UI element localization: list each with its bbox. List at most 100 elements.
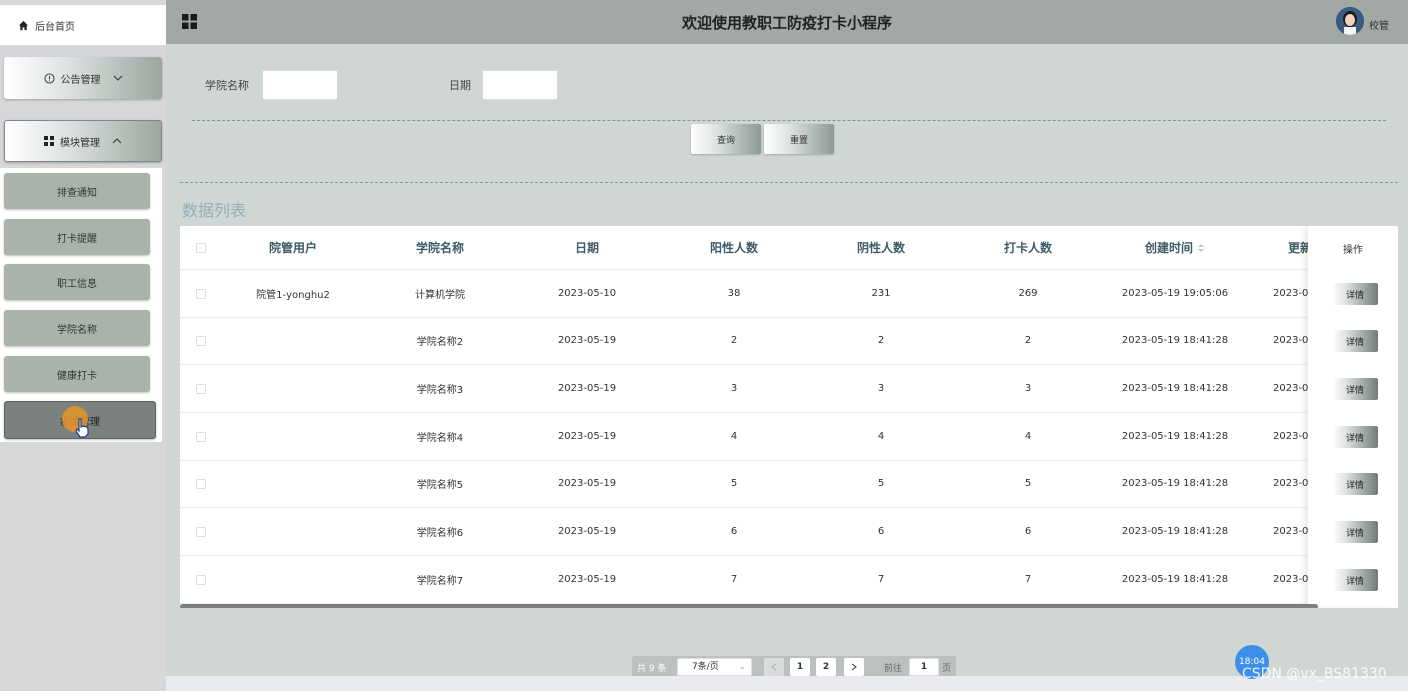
cell-negative: 5 [877,478,885,489]
row-checkbox-cell [194,270,208,317]
cell-checkin: 3 [1024,383,1032,394]
bottom-bar [166,676,1408,691]
sidebar-item-health-checkin[interactable]: 健康打卡 [4,356,150,392]
header-checkbox-cell [194,226,208,269]
horizontal-scrollbar[interactable] [180,604,1318,608]
college-search-input[interactable] [262,70,338,100]
col-college: 学院名称 [415,241,464,255]
cell-user [220,413,366,460]
row-checkbox[interactable] [196,383,206,394]
data-table: 院管用户 学院名称 日期 阳性人数 阴性人数 打卡人数 创建时间 更新 院管1-… [180,226,1398,608]
app-title: 欢迎使用教职工防疫打卡小程序 [681,14,892,32]
chevron-up-icon [112,138,122,144]
detail-button[interactable]: 详情 [1332,378,1378,400]
goto-page-input[interactable]: 1 [909,658,939,676]
avatar[interactable] [1336,7,1364,35]
cell-checkin: 7 [1024,574,1032,585]
next-page-button[interactable] [844,658,864,676]
detail-button[interactable]: 详情 [1332,330,1378,352]
pagination: 共 9 条 7条/页 ⌄ 1 2 前往 1 页 [632,656,956,678]
query-button[interactable]: 查询 [691,124,761,154]
page-1-button[interactable]: 1 [790,658,810,676]
detail-button[interactable]: 详情 [1332,426,1378,448]
row-checkbox[interactable] [196,431,206,442]
chevron-down-icon: ⌄ [738,662,746,672]
detail-button[interactable]: 详情 [1332,521,1378,543]
sidebar-item-staff-info[interactable]: 职工信息 [4,264,150,300]
chevron-left-icon [771,663,777,671]
page-size-select[interactable]: 7条/页 ⌄ [677,658,752,676]
date-search-label: 日期 [449,79,471,92]
college-search-label: 学院名称 [205,79,249,92]
cell-checkin: 5 [1024,478,1032,489]
cell-created: 2023-05-19 18:41:28 [1121,478,1229,489]
cell-user [220,508,366,555]
row-checkbox-cell [194,365,208,412]
cell-college: 学院名称6 [416,528,464,539]
select-all-checkbox[interactable] [196,242,206,253]
col-positive: 阳性人数 [709,241,758,255]
date-search-input[interactable] [482,70,558,100]
col-created[interactable]: 创建时间 [1102,226,1248,269]
cell-date: 2023-05-19 [557,383,617,394]
sidebar-group-module[interactable]: 模块管理 [4,120,162,162]
cell-date: 2023-05-10 [557,288,617,299]
user-name[interactable]: 校管 [1369,17,1389,32]
cell-checkin: 4 [1024,431,1032,442]
sidebar-group-label: 模块管理 [60,137,100,149]
reset-button[interactable]: 重置 [764,124,834,154]
table-row: 学院名称2 2023-05-19 2 2 2 2023-05-19 18:41:28 202… [180,317,1398,365]
chevron-down-icon [113,75,122,81]
cell-college: 计算机学院 [415,290,465,301]
cell-college: 学院名称3 [416,385,464,396]
hand-cursor-icon [75,418,89,438]
cell-date: 2023-05-19 [557,574,617,585]
sort-icon[interactable] [1197,243,1205,253]
row-checkbox[interactable] [196,478,206,489]
sidebar-item-checkin-reminder[interactable]: 打卡提醒 [4,219,150,255]
sidebar-group-announcement[interactable]: 公告管理 [4,57,162,99]
row-checkbox[interactable] [196,335,206,346]
cell-created: 2023-05-19 18:41:28 [1121,335,1229,346]
cell-user: 院管1-yonghu2 [256,290,330,301]
col-user: 院管用户 [268,241,317,255]
sidebar-item-college-name[interactable]: 学院名称 [4,310,150,346]
table-row: 学院名称5 2023-05-19 5 5 5 2023-05-19 18:41:28 202… [180,460,1398,508]
cell-user [220,317,366,364]
page-2-button[interactable]: 2 [816,658,836,676]
cell-positive: 6 [730,526,738,537]
table-row: 学院名称6 2023-05-19 6 6 6 2023-05-19 18:41:28 202… [180,508,1398,556]
cell-negative: 4 [877,431,885,442]
sidebar-item-investigation-notice[interactable]: 排查通知 [4,173,150,209]
table-row: 院管1-yonghu2 计算机学院 2023-05-10 38 231 269 2023-0… [180,270,1398,318]
cell-positive: 2 [730,335,738,346]
row-checkbox[interactable] [196,574,206,585]
sidebar-home[interactable]: 后台首页 [0,5,166,45]
detail-button[interactable]: 详情 [1332,283,1378,305]
avatar-portrait-icon [1336,7,1364,35]
cell-created: 2023-05-19 18:41:28 [1121,431,1229,442]
cell-positive: 5 [730,478,738,489]
cell-created: 2023-05-19 18:41:28 [1121,526,1229,537]
home-icon [18,20,29,30]
detail-button[interactable]: 详情 [1332,569,1378,591]
cell-college: 学院名称5 [416,480,464,491]
page-size-value: 7条/页 [692,662,719,672]
table-row: 学院名称7 2023-05-19 7 7 7 2023-05-19 18:41:28 202… [180,556,1398,604]
cell-college: 学院名称2 [416,337,464,348]
cell-negative: 7 [877,574,885,585]
list-title: 数据列表 [182,201,247,220]
col-operation: 操作 [1343,244,1363,256]
row-checkbox[interactable] [196,288,206,299]
top-header: 欢迎使用教职工防疫打卡小程序 校管 [166,0,1408,44]
cell-user [220,365,366,412]
detail-button[interactable]: 详情 [1332,473,1378,495]
cell-date: 2023-05-19 [557,335,617,346]
cell-created: 2023-05-19 19:05:06 [1121,288,1229,299]
row-checkbox[interactable] [196,526,206,537]
col-checkin: 打卡人数 [1003,241,1052,255]
cell-checkin: 269 [1018,288,1038,299]
table-row: 学院名称4 2023-05-19 4 4 4 2023-05-19 18:41:28 202… [180,413,1398,461]
prev-page-button[interactable] [764,658,784,676]
sidebar-home-label: 后台首页 [35,21,75,33]
